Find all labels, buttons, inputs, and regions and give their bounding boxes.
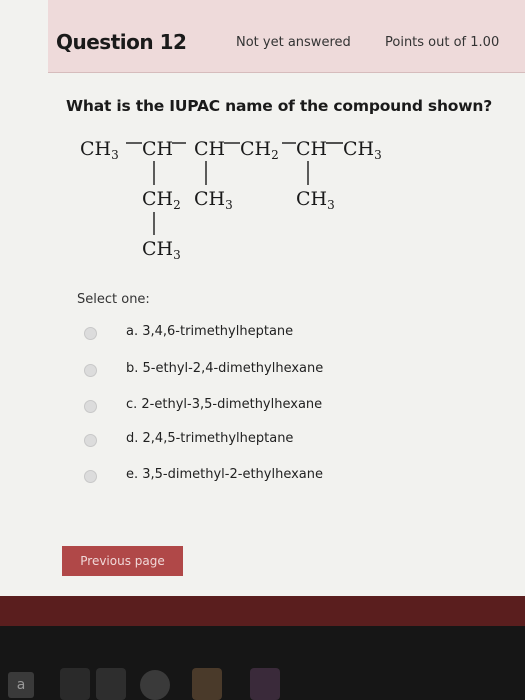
substituent-group: CH3 (142, 238, 181, 262)
answer-option-d[interactable]: d. 2,4,5-trimethylheptane (84, 431, 384, 453)
radio-button[interactable] (84, 327, 97, 340)
main-chain-group: CH (142, 138, 173, 160)
answer-option-b[interactable]: b. 5-ethyl-2,4-dimethylhexane (84, 361, 384, 383)
main-chain-group: CH (194, 138, 225, 160)
taskbar-app-icon[interactable] (96, 668, 126, 700)
quiz-page: Question 12 Not yet answered Points out … (0, 0, 525, 700)
taskbar-app-icon[interactable] (192, 668, 222, 700)
page-footer-band (0, 596, 525, 626)
option-label: b. 5-ethyl-2,4-dimethylhexane (126, 361, 324, 376)
taskbar-app-icon[interactable] (250, 668, 280, 700)
answer-status: Not yet answered (236, 35, 351, 50)
browser-icon[interactable] (140, 670, 170, 700)
answer-option-e[interactable]: e. 3,5-dimethyl-2-ethylhexane (84, 467, 384, 489)
option-label: a. 3,4,6-trimethylheptane (126, 324, 294, 339)
radio-button[interactable] (84, 434, 97, 447)
answer-option-a[interactable]: a. 3,4,6-trimethylheptane (84, 324, 384, 346)
substituent-group: CH2 (142, 188, 181, 212)
substituent-group: CH3 (296, 188, 335, 212)
question-number: Question 12 (56, 30, 187, 54)
select-one-label: Select one: (77, 292, 150, 307)
previous-page-button[interactable]: Previous page (62, 546, 183, 576)
option-label: e. 3,5-dimethyl-2-ethylhexane (126, 467, 323, 482)
radio-button[interactable] (84, 400, 97, 413)
radio-button[interactable] (84, 364, 97, 377)
main-chain-group: CH3 (80, 138, 119, 162)
question-points: Points out of 1.00 (385, 35, 500, 50)
main-chain-group: CH3 (343, 138, 382, 162)
question-text: What is the IUPAC name of the compound s… (66, 97, 492, 115)
substituent-group: CH3 (194, 188, 233, 212)
main-chain-group: CH2 (240, 138, 279, 162)
main-chain-group: CH (296, 138, 327, 160)
taskbar-app-icon[interactable]: a (8, 672, 34, 698)
answer-option-c[interactable]: c. 2-ethyl-3,5-dimethylhexane (84, 397, 384, 419)
radio-button[interactable] (84, 470, 97, 483)
question-info-header: Question 12 Not yet answered Points out … (48, 0, 525, 73)
taskbar-app-icon[interactable] (60, 668, 90, 700)
chemical-structure: CH3 CH CH CH2 CH CH3 CH2 CH3 CH3 CH3 (66, 128, 396, 268)
option-label: c. 2-ethyl-3,5-dimethylhexane (126, 397, 323, 412)
option-label: d. 2,4,5-trimethylheptane (126, 431, 294, 446)
